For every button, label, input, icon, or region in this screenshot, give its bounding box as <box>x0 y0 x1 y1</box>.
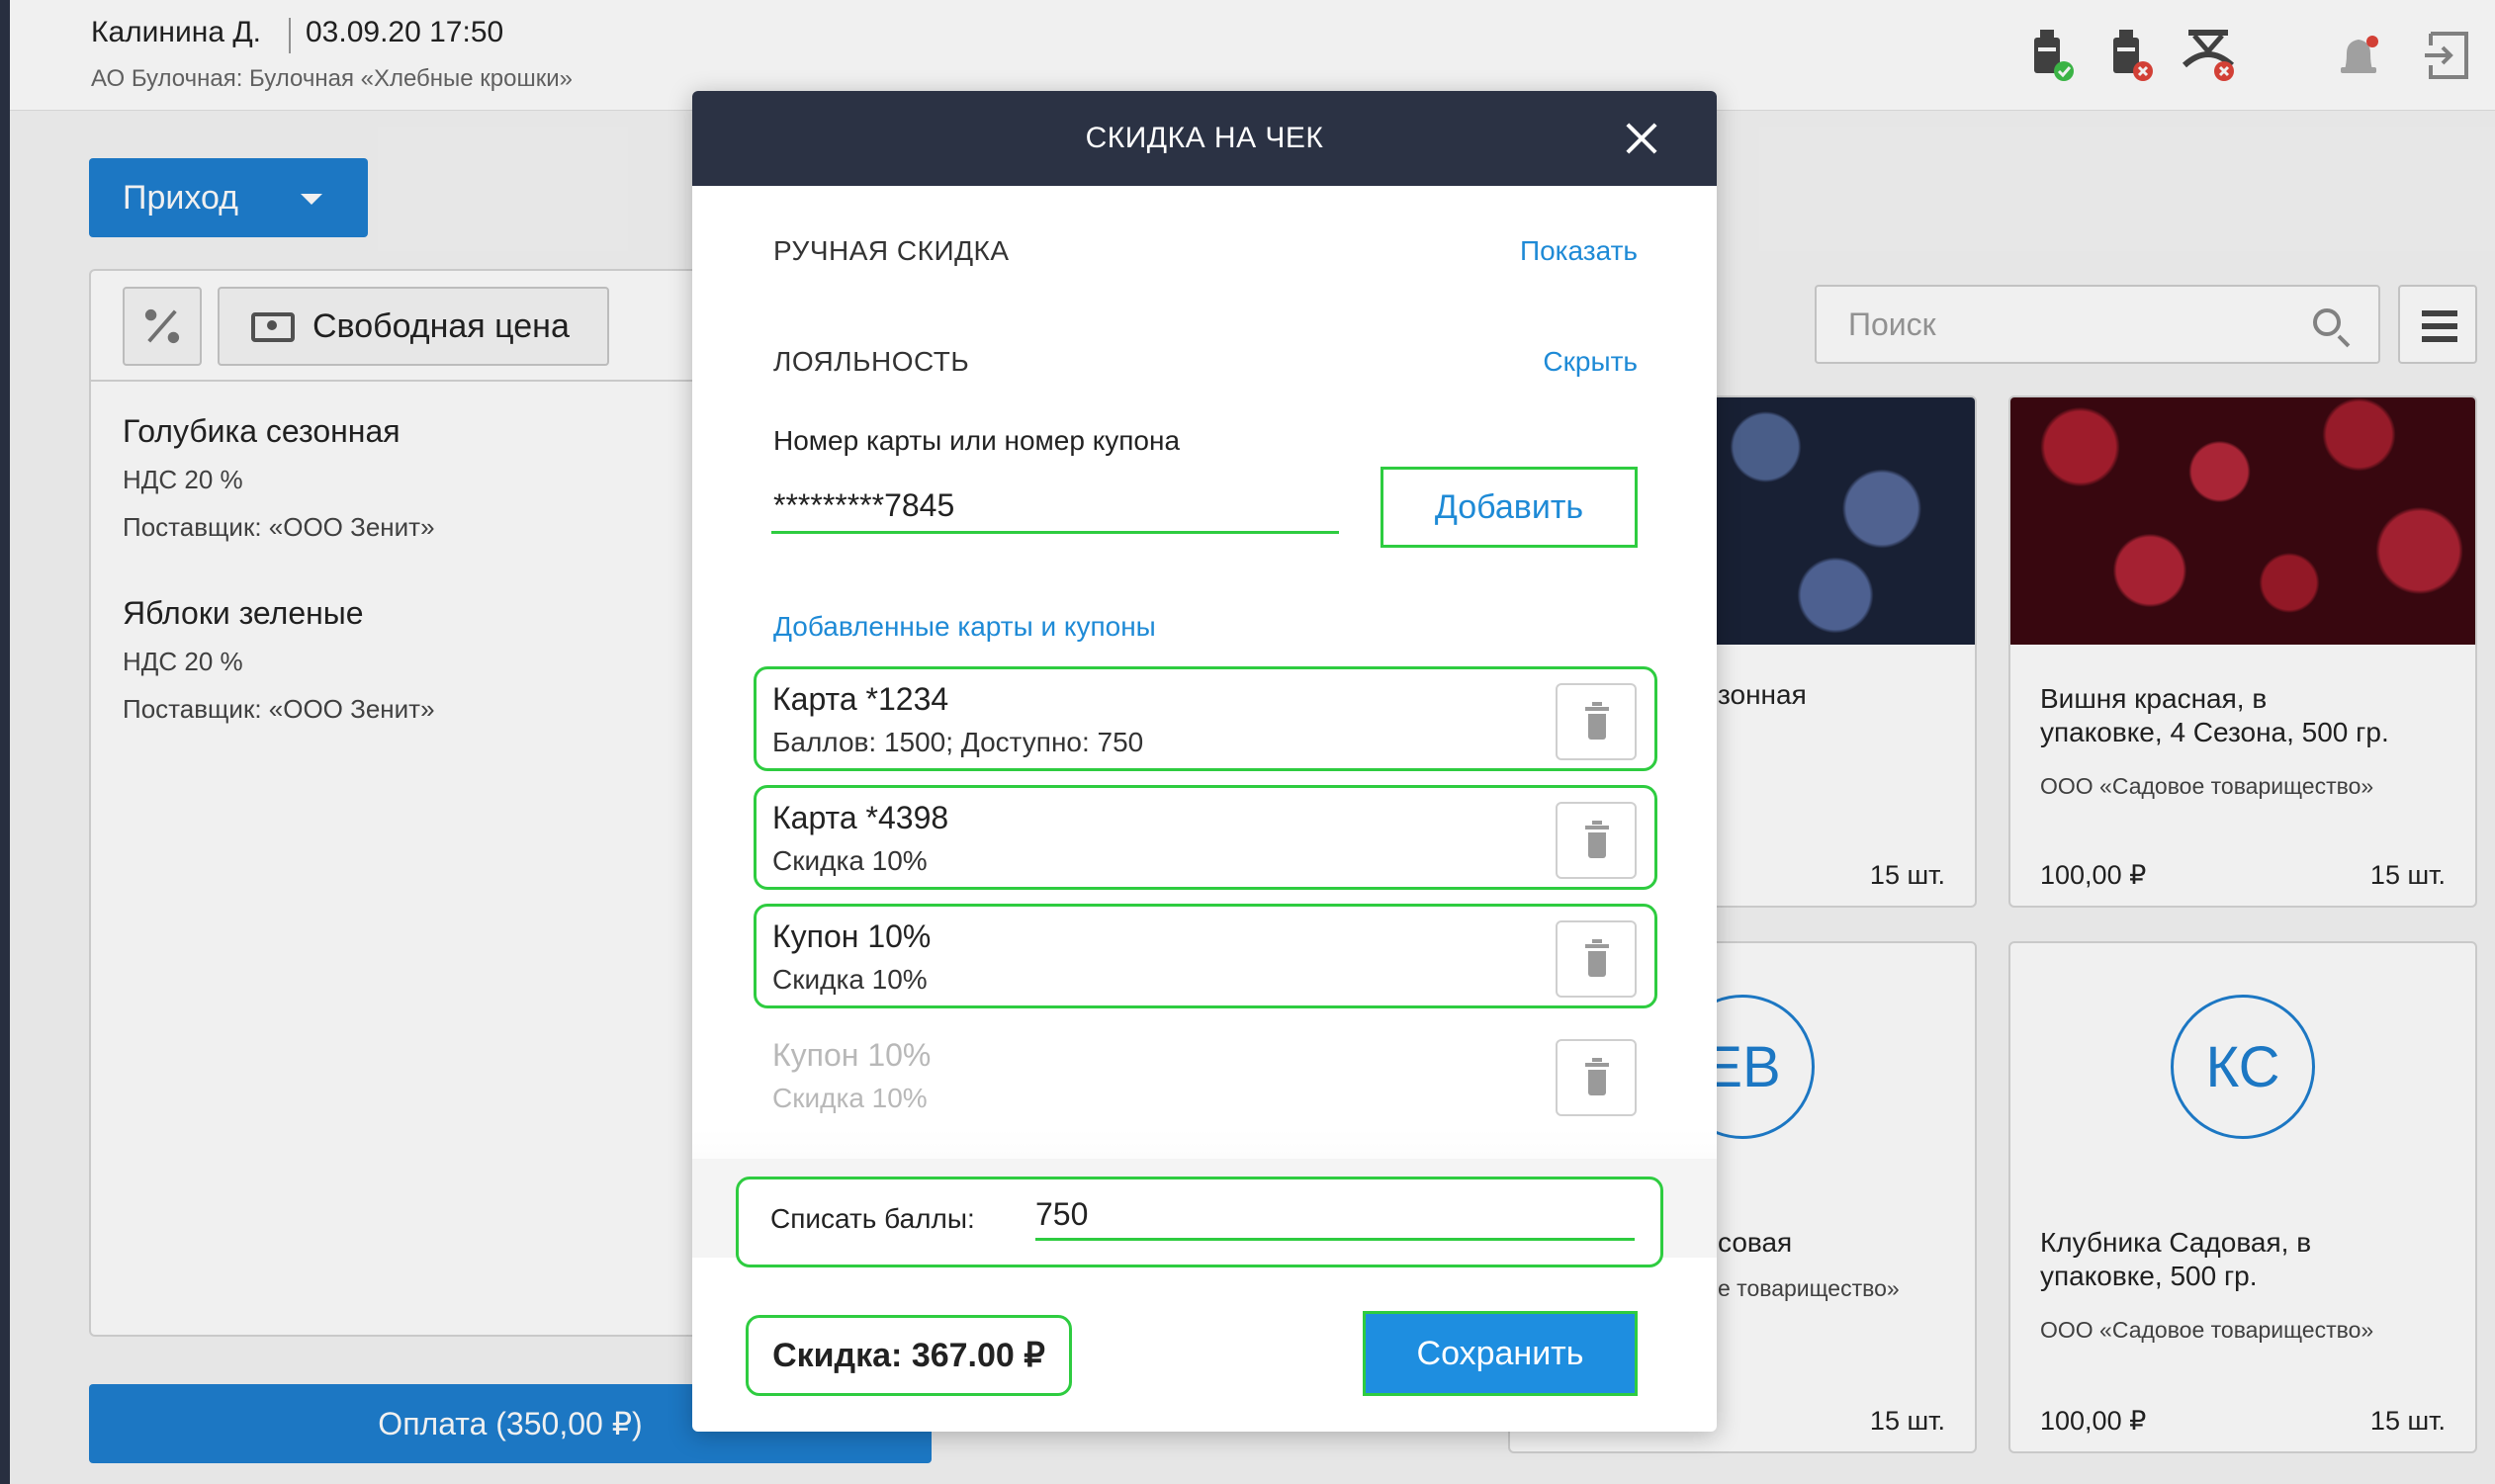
receipt-discount-modal: СКИДКА НА ЧЕК РУЧНАЯ СКИДКА Показать ЛОЯ… <box>692 91 1717 1432</box>
coupon-title: Купон 10% <box>772 1037 932 1073</box>
points-label: Списать баллы: <box>770 1203 975 1234</box>
discount-total: Скидка: 367.00 ₽ <box>746 1315 1072 1396</box>
delete-coupon-button[interactable] <box>1556 1039 1637 1116</box>
loyalty-title: ЛОЯЛЬНОСТЬ <box>773 346 970 377</box>
coupon-item: Купон 10% Скидка 10% <box>754 904 1657 1008</box>
coupon-title: Карта *4398 <box>772 800 949 835</box>
save-button[interactable]: Сохранить <box>1363 1311 1638 1396</box>
close-icon[interactable] <box>1624 121 1659 156</box>
added-cards-title: Добавленные карты и купоны <box>773 611 1156 642</box>
add-card-button[interactable]: Добавить <box>1381 467 1638 548</box>
coupon-title: Купон 10% <box>772 918 932 954</box>
points-field: Списать баллы: <box>736 1177 1663 1267</box>
delete-coupon-button[interactable] <box>1556 683 1637 760</box>
coupon-subtitle: Скидка 10% <box>772 845 928 876</box>
manual-discount-title: РУЧНАЯ СКИДКА <box>773 235 1010 266</box>
hide-loyalty-link[interactable]: Скрыть <box>1543 346 1638 378</box>
coupon-subtitle: Скидка 10% <box>772 1083 928 1113</box>
coupon-subtitle: Скидка 10% <box>772 964 928 995</box>
coupon-item: Карта *4398 Скидка 10% <box>754 785 1657 890</box>
card-number-input[interactable] <box>771 480 1339 534</box>
points-input[interactable] <box>1035 1191 1635 1241</box>
coupon-item: Карта *1234 Баллов: 1500; Доступно: 750 <box>754 666 1657 771</box>
delete-coupon-button[interactable] <box>1556 920 1637 998</box>
coupon-item: Купон 10% Скидка 10% <box>754 1022 1657 1127</box>
coupon-subtitle: Баллов: 1500; Доступно: 750 <box>772 727 1144 757</box>
modal-title: СКИДКА НА ЧЕК <box>1085 122 1324 154</box>
show-manual-link[interactable]: Показать <box>1520 235 1638 267</box>
delete-coupon-button[interactable] <box>1556 802 1637 879</box>
coupon-title: Карта *1234 <box>772 681 949 717</box>
card-number-label: Номер карты или номер купона <box>773 425 1181 456</box>
modal-header: СКИДКА НА ЧЕК <box>692 91 1717 186</box>
